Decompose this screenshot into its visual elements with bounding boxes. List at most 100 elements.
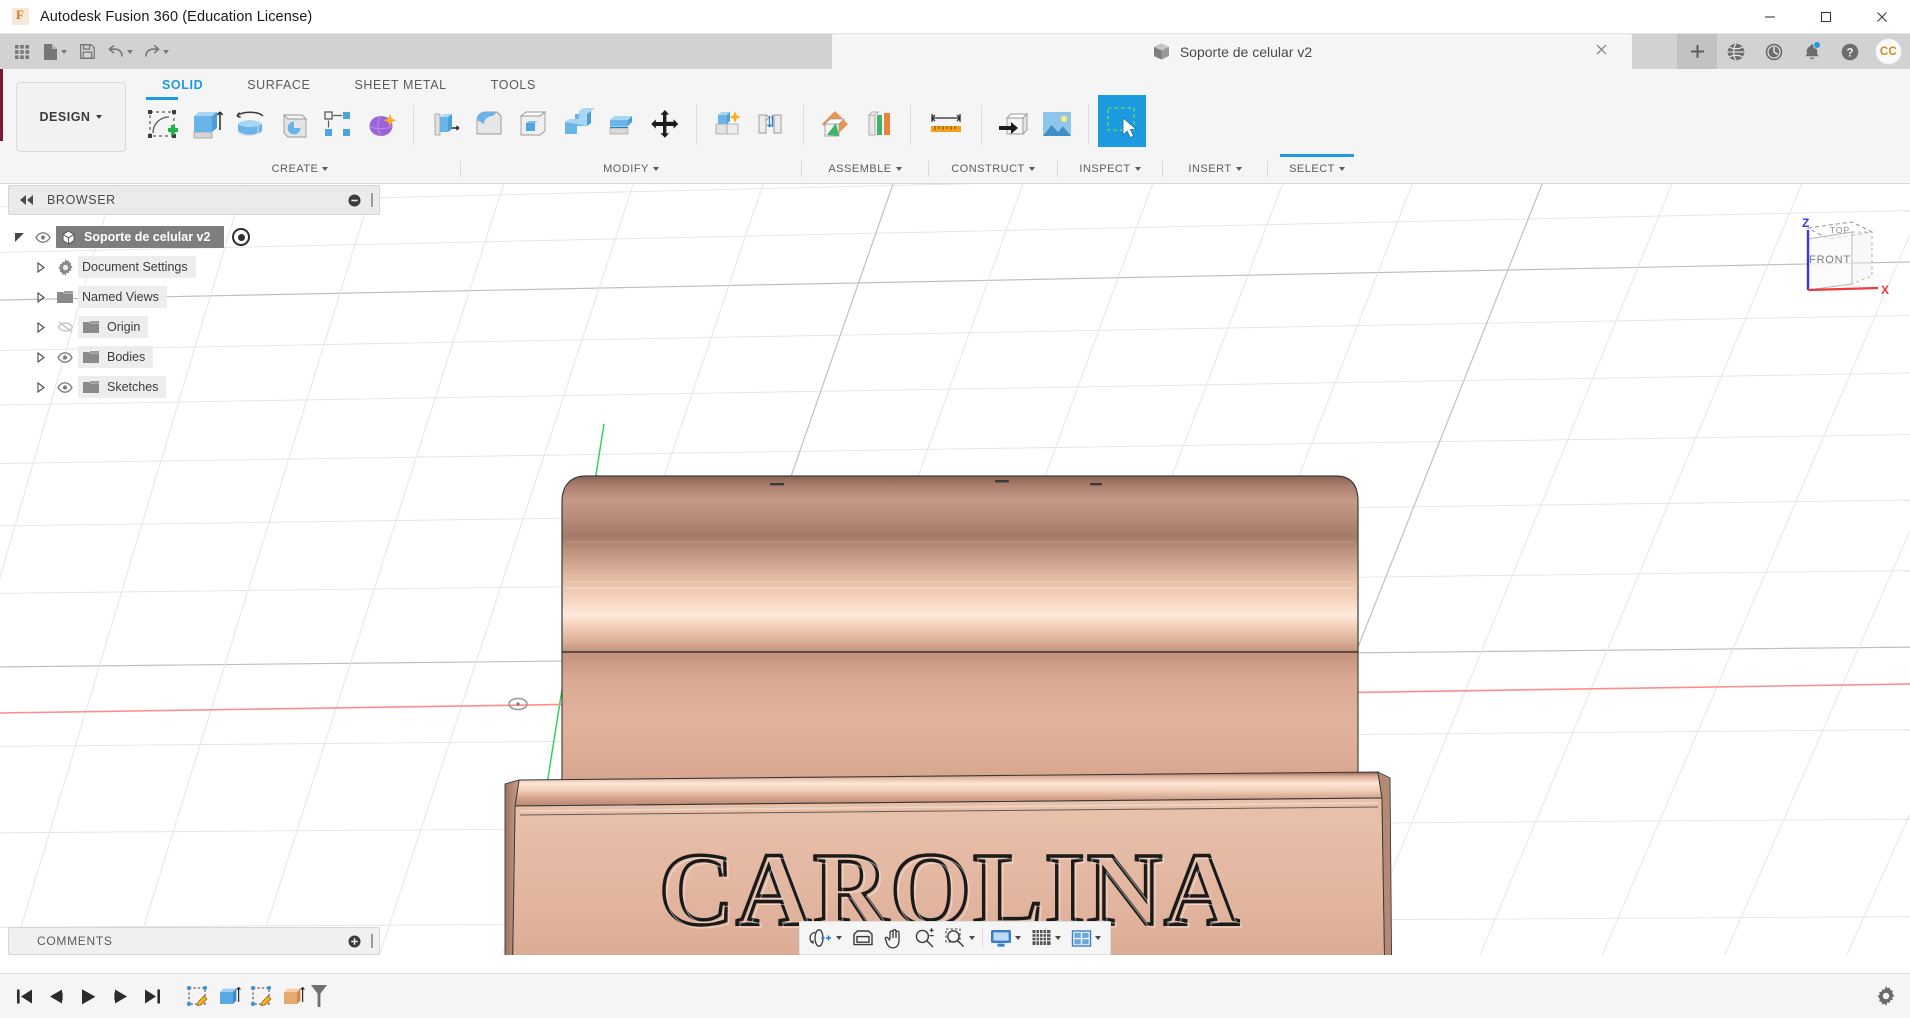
zoom-button[interactable]: [909, 923, 940, 953]
expand-arrow-icon[interactable]: [30, 291, 52, 303]
tab-solid[interactable]: SOLID: [140, 73, 225, 97]
extrude-button[interactable]: [184, 95, 228, 153]
redo-button[interactable]: [139, 37, 173, 67]
offset-plane-button[interactable]: [813, 95, 857, 153]
timeline-feature-extrude-1[interactable]: [214, 978, 244, 1014]
expand-arrow-icon[interactable]: [30, 381, 52, 393]
close-button[interactable]: [1854, 0, 1910, 34]
visibility-eye-icon[interactable]: [30, 231, 56, 243]
tree-item-chip[interactable]: Bodies: [78, 346, 154, 368]
timeline-go-start-button[interactable]: [8, 978, 40, 1014]
new-component-button[interactable]: [706, 95, 750, 153]
plus-circle-icon[interactable]: [348, 935, 361, 948]
tree-item-origin[interactable]: Origin: [8, 312, 380, 342]
minimize-button[interactable]: [1742, 0, 1798, 34]
create-sketch-button[interactable]: [140, 95, 184, 153]
tree-item-sketches[interactable]: Sketches: [8, 372, 380, 402]
pattern-button[interactable]: [316, 95, 360, 153]
tree-item-root[interactable]: Soporte de celular v2: [8, 222, 380, 252]
tree-item-document-settings[interactable]: Document Settings: [8, 252, 380, 282]
panel-label-modify[interactable]: MODIFY: [461, 158, 801, 180]
panel-label-insert[interactable]: INSERT: [1163, 158, 1267, 180]
tree-item-bodies[interactable]: Bodies: [8, 342, 380, 372]
panel-label-inspect[interactable]: INSPECT: [1058, 158, 1162, 180]
folder-icon: [82, 380, 100, 394]
select-button[interactable]: [1098, 95, 1146, 147]
visibility-eye-icon[interactable]: [52, 351, 78, 363]
tab-tools[interactable]: TOOLS: [469, 73, 558, 97]
timeline-settings-button[interactable]: [1876, 986, 1896, 1006]
timeline-play-button[interactable]: [72, 978, 104, 1014]
chevron-down-icon: [652, 167, 659, 171]
panel-label-create[interactable]: CREATE: [140, 158, 460, 180]
panel-label-assemble[interactable]: ASSEMBLE: [802, 158, 928, 180]
maximize-button[interactable]: [1798, 0, 1854, 34]
job-status-button[interactable]: [1755, 34, 1793, 69]
drag-handle-icon[interactable]: [371, 934, 373, 948]
app-grid-button[interactable]: [8, 37, 36, 67]
timeline-marker-cursor[interactable]: [304, 978, 334, 1014]
tab-surface[interactable]: SURFACE: [225, 73, 332, 97]
pan-button[interactable]: [879, 923, 909, 953]
notifications-button[interactable]: [1793, 34, 1831, 69]
panel-label-construct[interactable]: CONSTRUCT: [929, 158, 1057, 180]
tree-item-chip[interactable]: Sketches: [78, 376, 167, 398]
timeline-go-end-button[interactable]: [136, 978, 168, 1014]
fillet-button[interactable]: [467, 95, 511, 153]
timeline-feature-sketch-2[interactable]: [246, 978, 276, 1014]
joint-button[interactable]: [750, 95, 794, 153]
save-button[interactable]: [73, 37, 101, 67]
sweep-button[interactable]: [272, 95, 316, 153]
new-tab-button[interactable]: [1677, 34, 1717, 69]
panel-label-select[interactable]: SELECT: [1268, 154, 1366, 180]
tab-sheet-metal[interactable]: SHEET METAL: [332, 73, 468, 97]
tree-root-label-chip[interactable]: Soporte de celular v2: [56, 226, 225, 248]
avatar[interactable]: CC: [1875, 38, 1902, 65]
display-settings-button[interactable]: [985, 923, 1026, 953]
activate-component-radio[interactable]: [232, 228, 251, 246]
shell-button[interactable]: [511, 95, 555, 153]
visibility-eye-icon[interactable]: [52, 381, 78, 393]
workspace-switcher-button[interactable]: DESIGN: [16, 82, 126, 152]
chevron-down-icon: [969, 936, 975, 940]
expand-arrow-icon[interactable]: [30, 261, 52, 273]
measure-button[interactable]: [920, 95, 972, 153]
tree-item-chip[interactable]: Document Settings: [78, 256, 196, 278]
timeline-feature-sketch-1[interactable]: [182, 978, 212, 1014]
look-at-button[interactable]: [847, 923, 879, 953]
offset-face-button[interactable]: [599, 95, 643, 153]
revolve-button[interactable]: [228, 95, 272, 153]
fit-button[interactable]: [940, 923, 980, 953]
insert-derive-button[interactable]: [991, 95, 1035, 153]
tree-item-chip[interactable]: Origin: [78, 316, 149, 338]
file-button[interactable]: [38, 37, 71, 67]
tree-item-chip[interactable]: Named Views: [78, 286, 167, 308]
form-button[interactable]: [360, 95, 404, 153]
grid-snaps-button[interactable]: [1026, 923, 1066, 953]
minimize-circle-icon[interactable]: [348, 194, 361, 207]
canvas-image-button[interactable]: [1035, 95, 1079, 153]
tree-item-named-views[interactable]: Named Views: [8, 282, 380, 312]
comments-panel-header[interactable]: COMMENTS: [8, 927, 380, 955]
collapse-left-icon[interactable]: [19, 195, 35, 205]
visibility-eye-off-icon[interactable]: [52, 321, 78, 333]
extensions-button[interactable]: [1717, 34, 1755, 69]
orbit-button[interactable]: [804, 923, 847, 953]
viewports-button[interactable]: [1066, 923, 1106, 953]
expand-arrow-icon[interactable]: [30, 351, 52, 363]
combine-button[interactable]: [555, 95, 599, 153]
expand-arrow-icon[interactable]: [30, 321, 52, 333]
drag-handle-icon[interactable]: [371, 193, 373, 207]
press-pull-button[interactable]: [423, 95, 467, 153]
view-cube[interactable]: TOP FRONT Z X: [1780, 204, 1890, 314]
document-tab[interactable]: Soporte de celular v2: [832, 34, 1632, 69]
timeline-step-forward-button[interactable]: [104, 978, 136, 1014]
expand-arrow-icon[interactable]: [8, 232, 30, 243]
undo-button[interactable]: [103, 37, 137, 67]
move-copy-button[interactable]: [643, 95, 687, 153]
timeline-step-back-button[interactable]: [40, 978, 72, 1014]
move-copy-icon: [650, 109, 680, 139]
plane-along-path-button[interactable]: [857, 95, 901, 153]
help-button[interactable]: ?: [1831, 34, 1869, 69]
document-tab-close-button[interactable]: [1595, 43, 1612, 60]
